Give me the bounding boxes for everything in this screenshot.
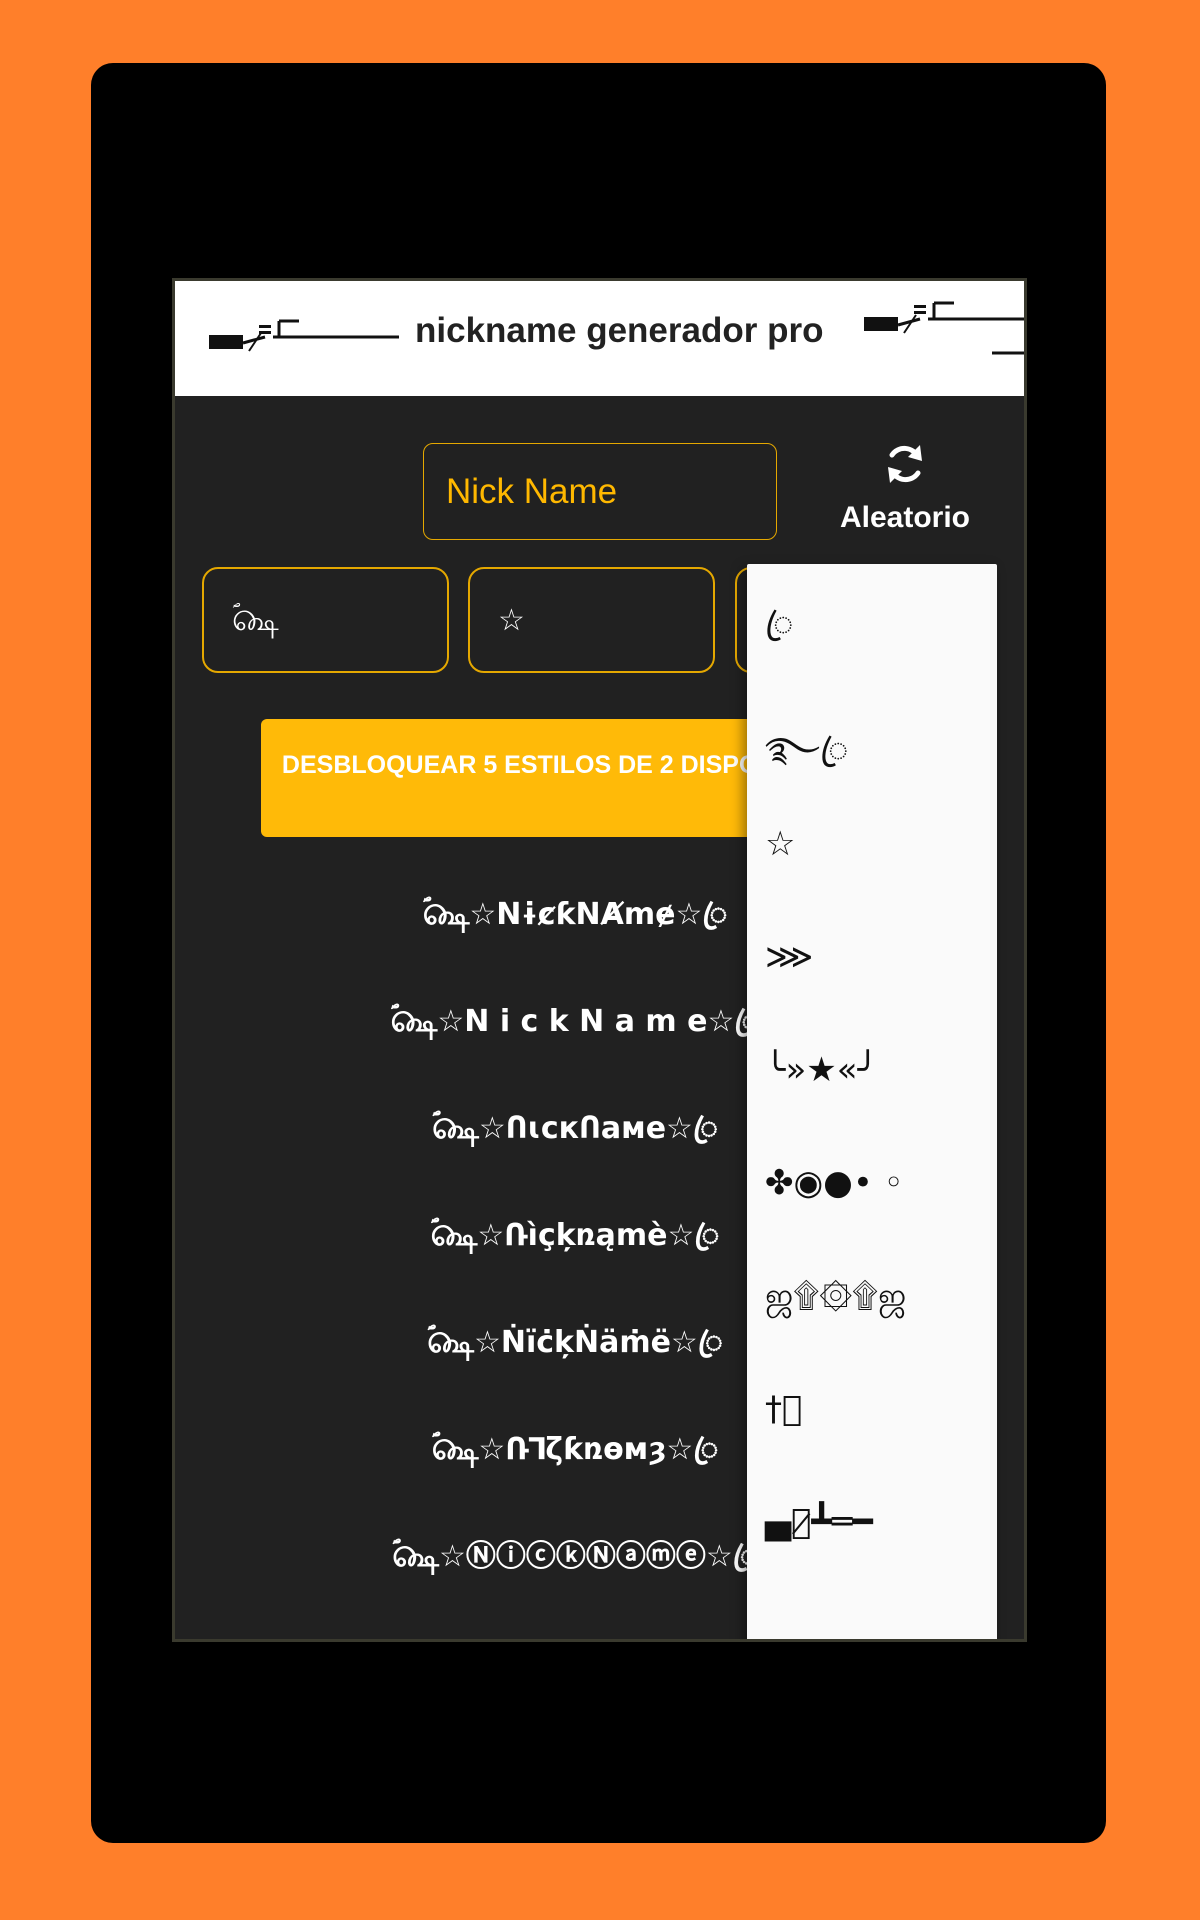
gun-decoration-icon bbox=[209, 319, 399, 352]
prefix-symbol-box[interactable]: ؐ௸ bbox=[202, 567, 449, 673]
dropdown-item[interactable]: ࿐ꦿ bbox=[747, 677, 997, 790]
dropdown-item[interactable]: †ꦿ bbox=[747, 1355, 997, 1468]
symbol-dropdown-menu: ꦿ ࿐ꦿ ☆ ⋙ ╰»★«╯ ✤◉●• ◦ ஜ۩۞۩ஜ †ꦿ ▄︻̷┻═━ ▄︻ bbox=[747, 564, 997, 1639]
dropdown-item[interactable]: ▄︻ bbox=[747, 1581, 997, 1639]
dropdown-item[interactable]: ⋙ bbox=[747, 903, 997, 1016]
app-title: nickname generador pro bbox=[415, 311, 824, 350]
dropdown-item[interactable]: ▄︻̷┻═━ bbox=[747, 1468, 997, 1581]
dropdown-item[interactable]: ꦿ bbox=[747, 564, 997, 677]
nick-name-input[interactable] bbox=[423, 443, 777, 540]
dropdown-item[interactable]: ╰»★«╯ bbox=[747, 1016, 997, 1129]
app-screen: nickname generador pro Aleatorio ؐ௸ ☆ DE… bbox=[172, 278, 1027, 1642]
middle-symbol-box[interactable]: ☆ bbox=[468, 567, 715, 673]
random-button[interactable]: Aleatorio bbox=[820, 441, 990, 551]
refresh-icon bbox=[888, 445, 922, 483]
dropdown-item[interactable]: ஜ۩۞۩ஜ bbox=[747, 1242, 997, 1355]
dropdown-item[interactable]: ✤◉●• ◦ bbox=[747, 1129, 997, 1242]
app-bar: nickname generador pro bbox=[175, 281, 1024, 396]
gun-decoration-icon bbox=[864, 301, 1024, 355]
random-button-label: Aleatorio bbox=[839, 501, 971, 534]
